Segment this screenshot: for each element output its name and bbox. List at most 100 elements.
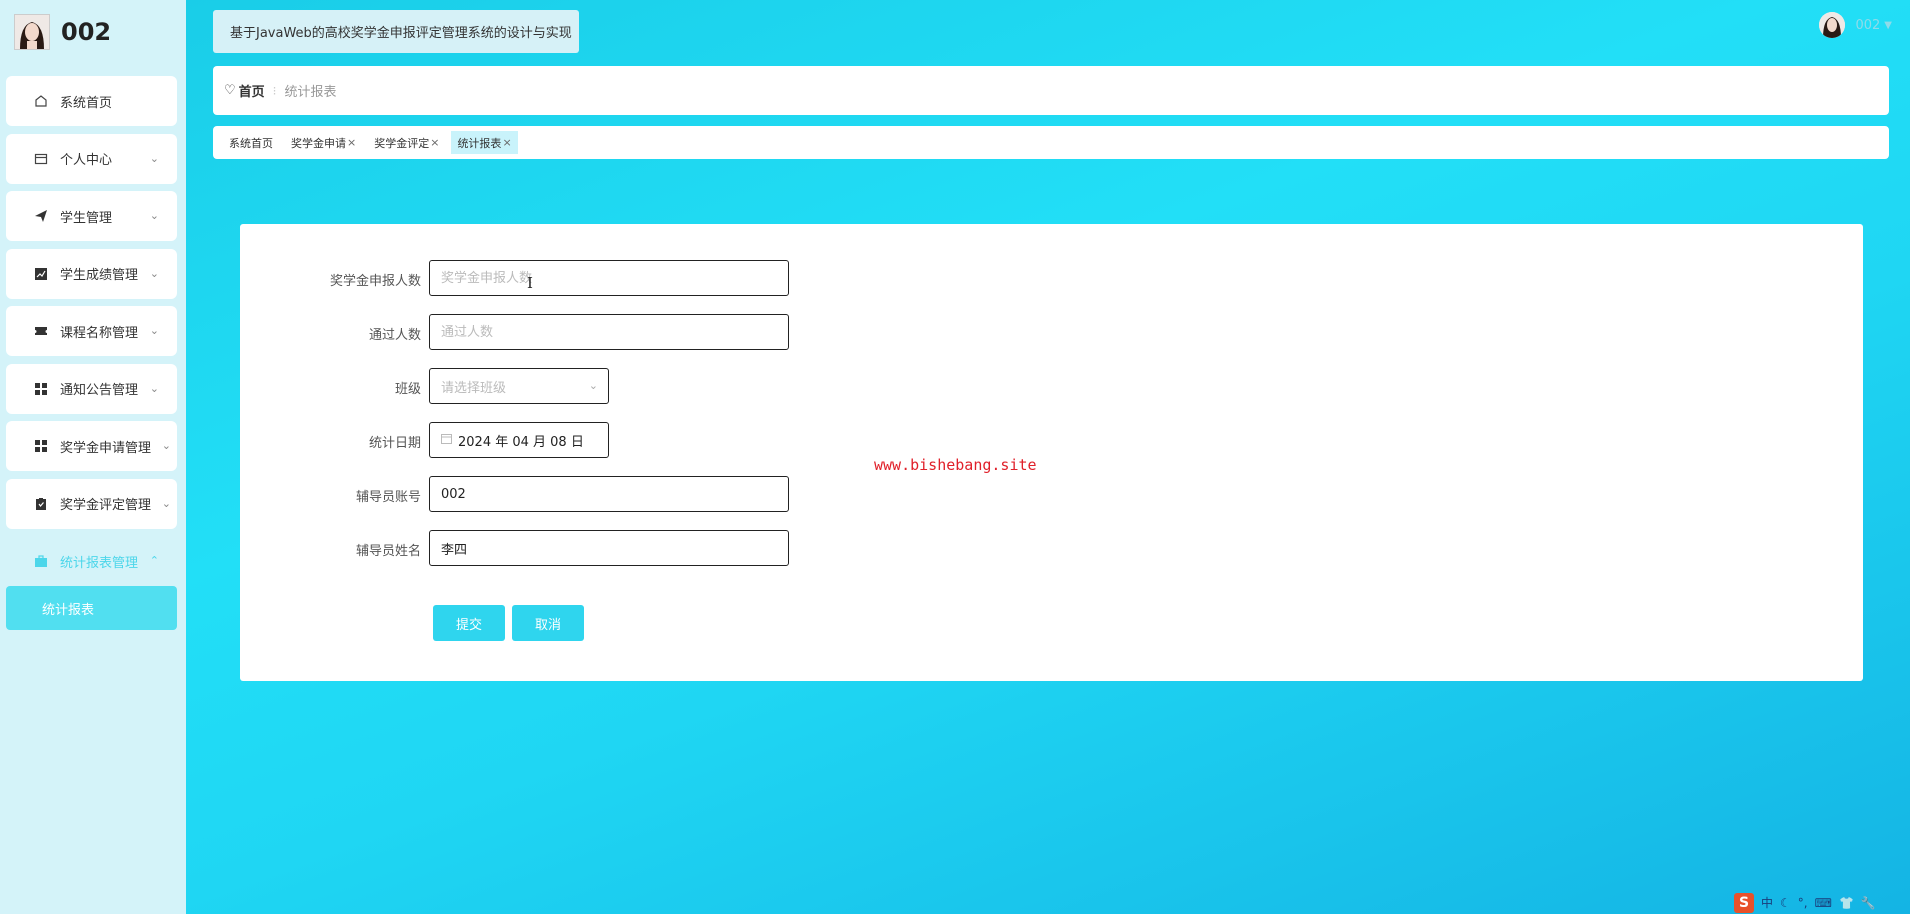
tab-label: 统计报表 (457, 136, 502, 150)
brand-username: 002 (61, 18, 112, 46)
ime-logo-icon[interactable]: S (1734, 892, 1754, 913)
field-label: 辅导员账号 (355, 490, 421, 505)
chevron-down-icon: ⌄ (161, 439, 171, 452)
stat-date-value: 2024 年 04 月 08 日 (458, 434, 584, 450)
profile-card-icon (33, 151, 49, 167)
sidebar-subitem-label: 统计报表 (42, 602, 95, 618)
field-label: 统计日期 (368, 436, 421, 451)
sidebar-item-label: 系统首页 (60, 95, 113, 111)
chevron-down-icon: ⌄ (149, 324, 159, 337)
watermark: www.bishebang.site (874, 456, 1037, 474)
sidebar-item-scholarship-apply[interactable]: 奖学金申请管理 ⌄ (6, 421, 177, 471)
passed-count-field[interactable] (441, 315, 788, 349)
field-label: 辅导员姓名 (355, 544, 421, 559)
close-icon[interactable]: × (347, 136, 356, 149)
sidebar-item-home[interactable]: 系统首页 (6, 76, 177, 126)
sidebar: 002 系统首页 个人中心 ⌄ 学生管理 ⌄ 学生成绩管理 ⌄ 课程名称管理 ⌄… (0, 0, 186, 914)
avatar-portrait-icon (15, 15, 49, 49)
sidebar-item-notices[interactable]: 通知公告管理 ⌄ (6, 363, 177, 414)
class-select-placeholder: 请选择班级 (441, 380, 507, 396)
user-name: 002 (1855, 17, 1881, 33)
ticket-icon (33, 323, 49, 339)
tab-scholarship-evaluate[interactable]: 奖学金评定 × (368, 131, 445, 154)
breadcrumb-current: 统计报表 (284, 85, 337, 100)
counselor-name-input[interactable]: 李四 (429, 530, 789, 566)
field-label: 通过人数 (368, 328, 421, 343)
sidebar-item-reports[interactable]: 统计报表管理 ⌃ (6, 536, 177, 586)
avatar-portrait-icon (1819, 12, 1846, 38)
moon-icon[interactable]: ☾ (1780, 896, 1791, 910)
sidebar-item-label: 课程名称管理 (60, 325, 139, 341)
chevron-down-icon: ⌄ (149, 209, 159, 222)
counselor-name-value: 李四 (441, 542, 468, 558)
chevron-down-icon: ⌄ (161, 496, 171, 510)
system-title: 基于JavaWeb的高校奖学金申报评定管理系统的设计与实现 (213, 10, 579, 53)
chevron-up-icon: ⌃ (149, 554, 159, 567)
punctuation-icon[interactable]: °, (1798, 896, 1808, 910)
paper-plane-icon (33, 208, 49, 224)
tab-scholarship-apply[interactable]: 奖学金申请 × (285, 131, 362, 154)
calendar-icon (441, 433, 452, 447)
passed-count-input[interactable] (429, 314, 789, 350)
grid-icon (33, 381, 49, 397)
sidebar-item-label: 学生成绩管理 (60, 268, 139, 283)
briefcase-icon (33, 553, 49, 569)
form-row-applicants: 奖学金申报人数 (240, 260, 1040, 296)
sidebar-item-label: 学生管理 (60, 210, 113, 226)
chevron-down-icon: ⌄ (149, 266, 159, 280)
sidebar-item-label: 奖学金评定管理 (60, 498, 152, 513)
text-cursor-icon: I (527, 274, 533, 292)
sidebar-subitem-report[interactable]: 统计报表 (6, 586, 177, 630)
stat-date-picker[interactable]: 2024 年 04 月 08 日 (429, 422, 609, 458)
form-row-class: 班级 请选择班级 ⌄ (240, 368, 1040, 404)
submit-button[interactable]: 提交 (433, 605, 505, 641)
sidebar-item-label: 奖学金申请管理 (60, 440, 152, 456)
ime-toolbar: S 中 ☾ °, ⌨ 👕 🔧 (1730, 891, 1910, 914)
tab-report[interactable]: 统计报表 × (451, 131, 518, 154)
keyboard-icon[interactable]: ⌨ (1815, 896, 1832, 910)
sidebar-item-courses[interactable]: 课程名称管理 ⌄ (6, 306, 177, 356)
heart-icon: ♡ (224, 83, 236, 98)
caret-down-icon: ▼ (1884, 19, 1892, 31)
sidebar-item-profile[interactable]: 个人中心 ⌄ (6, 133, 177, 184)
chart-line-icon (33, 266, 49, 282)
home-icon (33, 93, 49, 109)
system-title-text: 基于JavaWeb的高校奖学金申报评定管理系统的设计与实现 (230, 26, 572, 41)
form-row-counselor-name: 辅导员姓名 李四 (240, 530, 1040, 566)
tab-label: 系统首页 (229, 136, 273, 150)
side-menu: 系统首页 个人中心 ⌄ 学生管理 ⌄ 学生成绩管理 ⌄ 课程名称管理 ⌄ 通知公… (6, 76, 177, 630)
report-form-card: 奖学金申报人数 通过人数 班级 请选择班级 ⌄ 统计日期 2024 年 04 月… (240, 224, 1863, 681)
sidebar-item-students[interactable]: 学生管理 ⌄ (6, 191, 177, 241)
applicants-count-input[interactable] (429, 260, 789, 296)
close-icon[interactable]: × (430, 136, 439, 149)
sidebar-item-label: 统计报表管理 (60, 555, 139, 571)
cancel-button[interactable]: 取消 (512, 605, 584, 641)
close-icon[interactable]: × (502, 136, 511, 149)
breadcrumb-separator: ⁝ (272, 83, 277, 98)
counselor-account-value: 002 (441, 486, 466, 502)
chevron-down-icon: ⌄ (149, 151, 159, 165)
form-row-passed: 通过人数 (240, 314, 1040, 350)
tags-bar: 系统首页 奖学金申请 × 奖学金评定 × 统计报表 × (213, 126, 1889, 159)
class-select[interactable]: 请选择班级 ⌄ (429, 368, 609, 404)
counselor-account-input[interactable]: 002 (429, 476, 789, 512)
tab-label: 奖学金评定 (374, 136, 430, 150)
sidebar-item-grades[interactable]: 学生成绩管理 ⌄ (6, 248, 177, 299)
brand: 002 (14, 14, 111, 50)
tab-system-home[interactable]: 系统首页 (223, 131, 279, 154)
skin-icon[interactable]: 👕 (1839, 896, 1854, 910)
sidebar-item-scholarship-evaluate[interactable]: 奖学金评定管理 ⌄ (6, 478, 177, 529)
grid-icon (33, 438, 49, 454)
ime-language-toggle[interactable]: 中 (1761, 894, 1773, 911)
applicants-count-field[interactable] (441, 261, 788, 295)
user-avatar (14, 14, 50, 50)
tools-icon[interactable]: 🔧 (1861, 896, 1876, 910)
clipboard-icon (33, 496, 49, 512)
chevron-down-icon: ⌄ (149, 381, 159, 395)
breadcrumb-home[interactable]: 首页 (239, 81, 265, 100)
chevron-down-icon: ⌄ (588, 379, 598, 392)
form-row-counselor-account: 辅导员账号 002 (240, 476, 1040, 512)
tab-label: 奖学金申请 (291, 136, 346, 150)
field-label: 班级 (394, 382, 421, 397)
user-menu[interactable]: 002 ▼ (1819, 12, 1892, 38)
